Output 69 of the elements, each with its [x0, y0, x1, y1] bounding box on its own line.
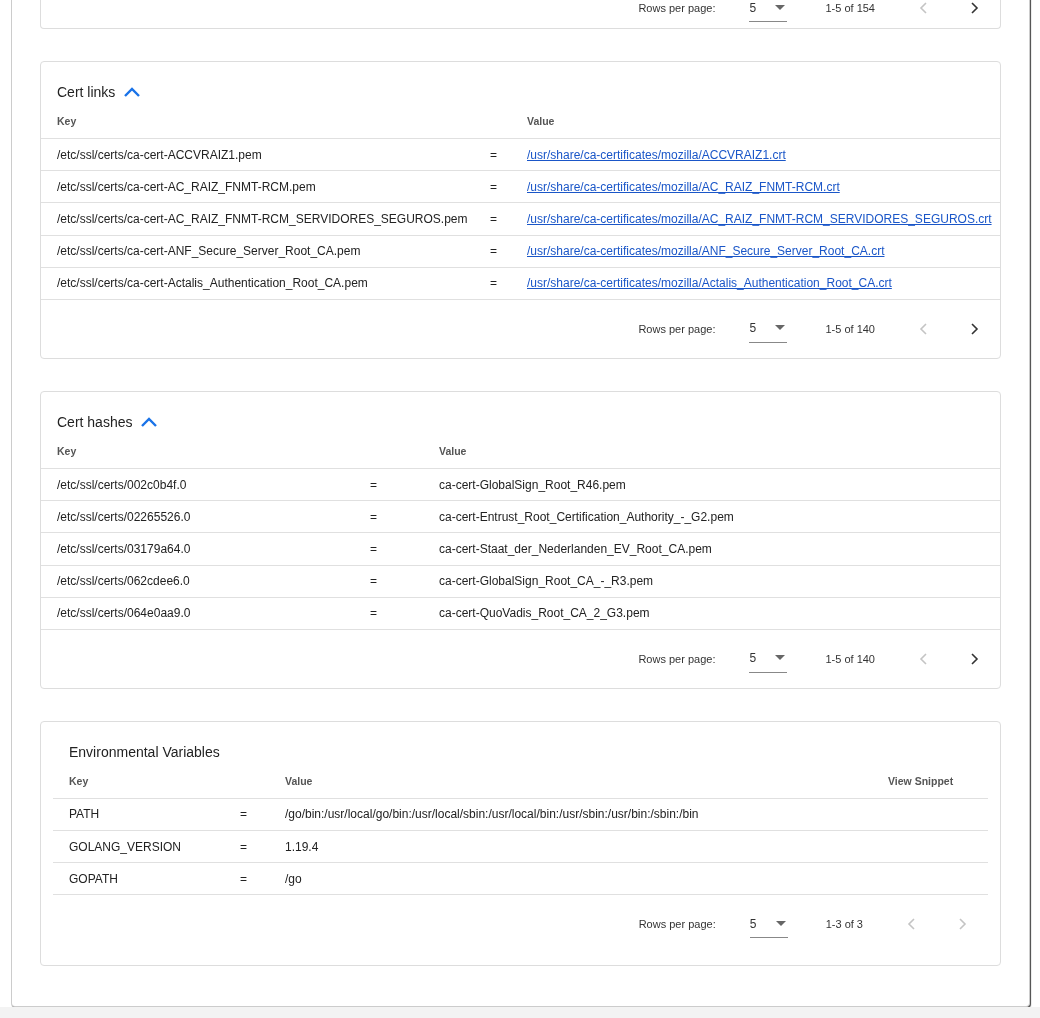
rows-per-page-select[interactable]: 5	[749, 910, 788, 939]
value-cell: /go/bin:/usr/local/go/bin:/usr/local/sbin:/usr/local/bin:/usr/sbin:/usr/bin:/sbin:/bin	[285, 807, 699, 822]
rows-per-page-select[interactable]: 5	[749, 644, 788, 673]
value-link[interactable]: /usr/share/ca-certificates/mozilla/Actalis_Authentication_Root_CA.crt	[527, 276, 892, 291]
page-range: 1-5 of 154	[825, 2, 875, 14]
value-link[interactable]: /usr/share/ca-certificates/mozilla/ACCVRAIZ1.crt	[527, 147, 786, 162]
key-cell-text: /etc/ssl/certs/ca-cert-Actalis_Authentication_Root_CA.pem	[57, 276, 369, 291]
equals-sign: =	[240, 839, 248, 854]
page-range: 1-3 of 3	[825, 918, 863, 931]
rows-per-page-label: Rows per page:	[638, 918, 716, 931]
section-title: Cert links	[57, 84, 116, 100]
value-cell: ca-cert-QuoVadis_Root_CA_2_G3.pem	[439, 606, 650, 621]
chevron-up-icon	[140, 415, 159, 428]
column-header: Key	[57, 444, 77, 457]
key-cell-text: /etc/ssl/certs/ca-cert-AC_RAIZ_FNMT-RCM_SERVIDORES_SEGUROS.pem	[57, 211, 469, 226]
section-title: Cert hashes	[57, 413, 133, 430]
equals-sign: =	[490, 211, 498, 226]
rows-per-page-select[interactable]: 5	[749, 314, 788, 343]
rows-per-page-label: Rows per page:	[638, 2, 716, 14]
column-header: Value	[285, 774, 313, 787]
page-range: 1-5 of 140	[825, 322, 875, 335]
key-cell-text: /etc/ssl/certs/062cdee6.0	[57, 574, 191, 589]
caret-icon	[775, 920, 786, 927]
page-range: 1-5 of 140	[825, 652, 875, 665]
equals-sign: =	[240, 807, 248, 822]
key-cell-text: /etc/ssl/certs/ca-cert-AC_RAIZ_FNMT-RCM.pem	[57, 179, 317, 194]
column-header: Key	[57, 115, 77, 127]
value-link[interactable]: /usr/share/ca-certificates/mozilla/ANF_Secure_Server_Root_CA.crt	[527, 244, 885, 259]
equals-sign: =	[490, 179, 498, 194]
rows-per-page-select[interactable]: 5	[749, 0, 788, 22]
collapse-toggle[interactable]	[140, 415, 159, 428]
value-cell: ca-cert-Staat_der_Nederlanden_EV_Root_CA.pem	[439, 541, 712, 556]
key-cell-text: /etc/ssl/certs/02265526.0	[57, 509, 192, 524]
key-cell-text: /etc/ssl/certs/03179a64.0	[57, 541, 192, 556]
column-header: View Snippet	[888, 774, 954, 787]
caret-icon	[775, 655, 786, 662]
equals-sign: =	[370, 541, 378, 556]
caret-icon	[775, 325, 786, 332]
value-cell: 1.19.4	[285, 839, 319, 854]
equals-sign: =	[490, 147, 498, 162]
rows-per-page-label: Rows per page:	[638, 322, 716, 335]
caret-icon	[775, 4, 786, 11]
value-cell: /go	[285, 871, 302, 886]
key-cell-text: GOLANG_VERSION	[69, 839, 183, 854]
column-header: Value	[439, 444, 467, 457]
equals-sign: =	[490, 276, 498, 291]
column-header: Key	[69, 774, 89, 787]
key-cell-text: /etc/ssl/certs/ca-cert-ACCVRAIZ1.pem	[57, 147, 263, 162]
section-title: Environmental Variables	[69, 743, 220, 760]
chevron-up-icon	[123, 86, 142, 98]
collapse-toggle[interactable]	[123, 86, 142, 98]
equals-sign: =	[370, 574, 378, 589]
value-link[interactable]: /usr/share/ca-certificates/mozilla/AC_RAIZ_FNMT-RCM.crt	[527, 179, 840, 194]
value-cell: ca-cert-GlobalSign_Root_CA_-_R3.pem	[439, 574, 654, 589]
key-cell-text: GOPATH	[69, 871, 119, 886]
rows-per-page-label: Rows per page:	[638, 652, 716, 665]
equals-sign: =	[370, 477, 378, 492]
equals-sign: =	[490, 244, 498, 259]
key-cell-text: /etc/ssl/certs/ca-cert-ANF_Secure_Server_Root_CA.pem	[57, 244, 362, 259]
value-cell: ca-cert-GlobalSign_Root_R46.pem	[439, 477, 626, 492]
key-cell-text: PATH	[69, 807, 101, 822]
equals-sign: =	[370, 606, 378, 621]
equals-sign: =	[240, 871, 248, 886]
equals-sign: =	[370, 509, 378, 524]
column-header: Value	[527, 115, 555, 127]
key-cell-text: /etc/ssl/certs/002c0b4f.0	[57, 477, 188, 492]
value-link[interactable]: /usr/share/ca-certificates/mozilla/AC_RAIZ_FNMT-RCM_SERVIDORES_SEGUROS.crt	[527, 211, 992, 226]
value-cell: ca-cert-Entrust_Root_Certification_Authority_-_G2.pem	[439, 509, 734, 524]
key-cell-text: /etc/ssl/certs/064e0aa9.0	[57, 606, 192, 621]
